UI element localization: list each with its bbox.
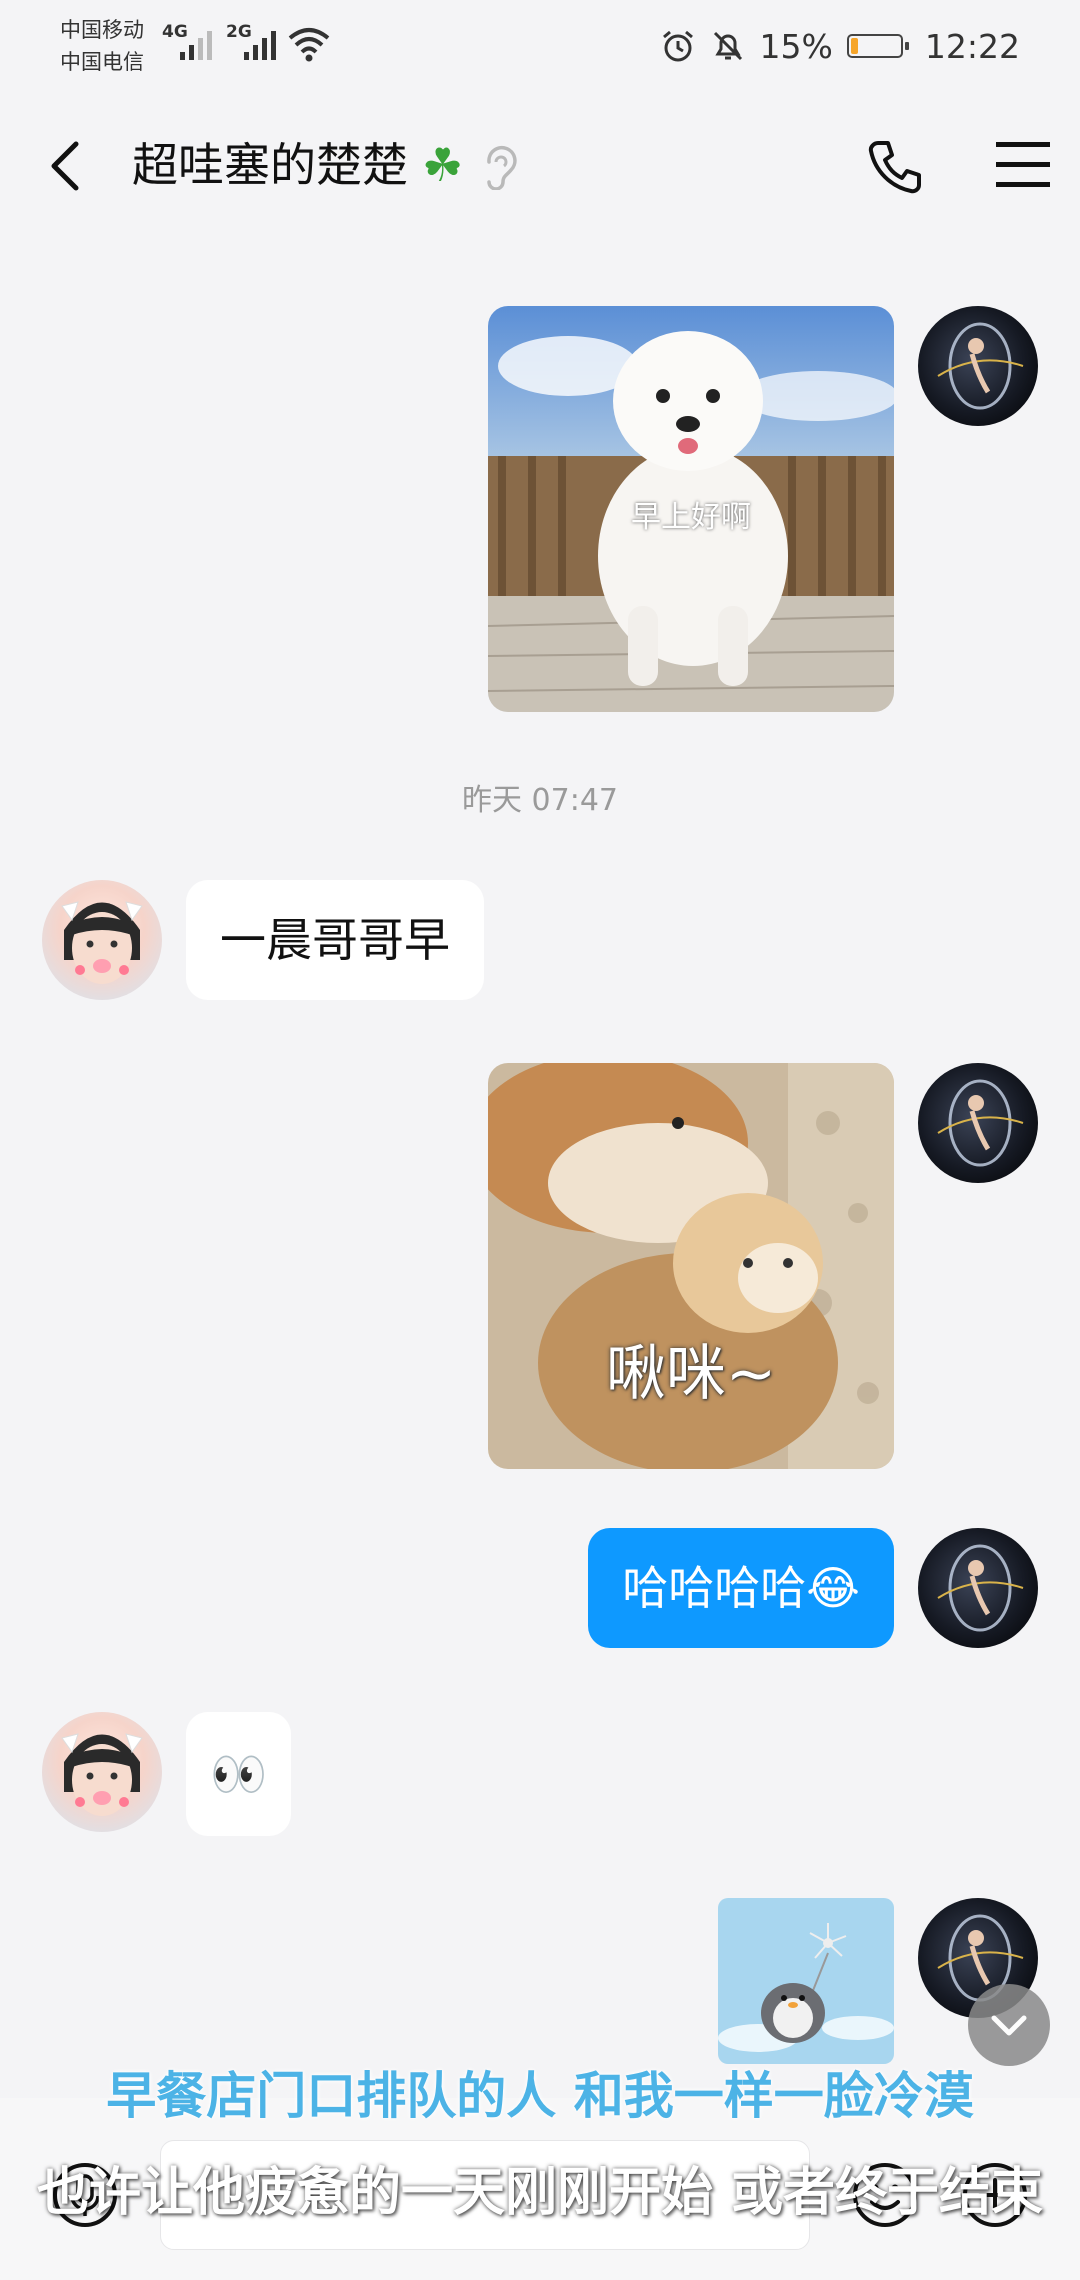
menu-icon[interactable] xyxy=(996,140,1050,190)
sticker-image-dog-cat[interactable]: 啾咪~ xyxy=(488,1063,894,1469)
signal-strength-icon xyxy=(180,31,212,60)
sticker-image-penguin[interactable] xyxy=(718,1898,894,2064)
battery-icon xyxy=(846,34,909,58)
contact-name: 超哇塞的楚楚 xyxy=(132,138,408,192)
clover-emoji: ☘ xyxy=(422,138,464,192)
sticker-image-dog[interactable]: 早上好啊 xyxy=(488,306,894,712)
timestamp-divider: 昨天 07:47 xyxy=(462,783,618,818)
status-right: 15% 12:22 xyxy=(660,22,1020,70)
my-avatar[interactable] xyxy=(918,1063,1038,1183)
message-bubble-received-eyes[interactable]: 👀 xyxy=(186,1712,292,1836)
chat-title: 超哇塞的楚楚 ☘ xyxy=(132,133,517,197)
friend-avatar[interactable] xyxy=(42,1712,162,1832)
sticker-caption-2: 啾咪~ xyxy=(605,1339,777,1409)
clock: 12:22 xyxy=(924,26,1020,66)
signal-strength-icon-2 xyxy=(244,31,276,60)
battery-fill xyxy=(850,38,858,54)
carrier-telecom: 中国电信 xyxy=(60,50,144,74)
carrier-mobile: 中国移动 xyxy=(60,18,144,42)
message-bubble-received[interactable]: 一晨哥哥早 xyxy=(186,880,484,1000)
scroll-to-bottom-button[interactable] xyxy=(968,1984,1050,2066)
mute-bell-icon xyxy=(713,31,742,61)
alarm-icon xyxy=(662,30,693,62)
chevron-down-icon xyxy=(991,2015,1027,2036)
my-avatar[interactable] xyxy=(918,306,1038,426)
sticker-caption: 早上好啊 xyxy=(631,500,751,535)
friend-avatar[interactable] xyxy=(42,880,162,1000)
battery-percent: 15% xyxy=(759,26,833,66)
my-avatar[interactable] xyxy=(918,1528,1038,1648)
video-caption-line-1: 早餐店门口排队的人 和我一样一脸冷漠 xyxy=(106,2067,974,2125)
message-bubble-sent[interactable]: 哈哈哈哈😂 xyxy=(588,1528,894,1648)
wifi-icon xyxy=(288,28,330,62)
ear-icon[interactable] xyxy=(477,140,517,190)
phone-call-icon[interactable] xyxy=(866,138,924,196)
back-arrow-icon[interactable] xyxy=(46,140,86,192)
video-caption-line-2: 也许让他疲惫的一天刚刚开始 或者终于结束 xyxy=(36,2163,1044,2223)
